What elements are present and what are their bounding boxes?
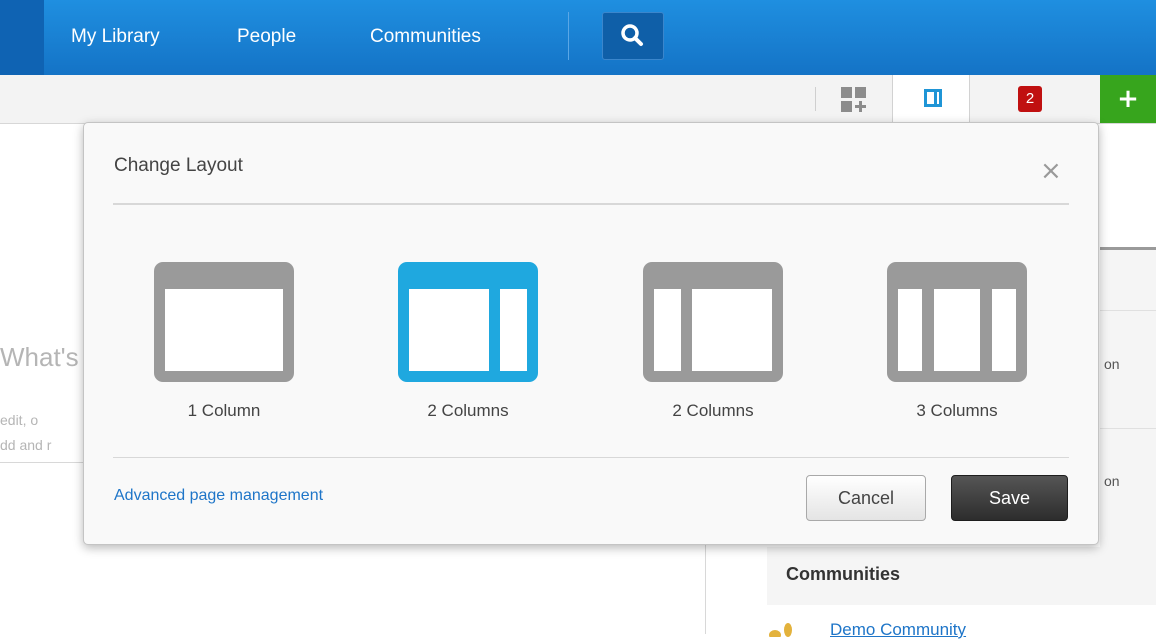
nav-communities[interactable]: Communities bbox=[370, 26, 481, 48]
plus-icon: + bbox=[1117, 84, 1139, 114]
save-button[interactable]: Save bbox=[951, 475, 1068, 521]
sidebar-rule bbox=[1100, 247, 1156, 250]
dialog-footer-divider bbox=[113, 457, 1069, 458]
two-column-right-layout-icon bbox=[643, 262, 783, 382]
layout-option-label: 2 Columns bbox=[427, 401, 509, 420]
layout-option-3-columns[interactable] bbox=[887, 262, 1027, 382]
communities-widget-title: Communities bbox=[786, 564, 901, 584]
right-sidebar-panel bbox=[1100, 247, 1156, 547]
layout-button[interactable] bbox=[924, 89, 942, 107]
search-icon bbox=[621, 24, 643, 46]
layout-option-label: 1 Column bbox=[187, 401, 261, 420]
hint-line-1: edit, o bbox=[0, 412, 39, 428]
nav-edge bbox=[0, 0, 44, 75]
layout-icon bbox=[924, 89, 942, 107]
layout-option-label: 2 Columns bbox=[672, 401, 754, 420]
page-toolbar bbox=[0, 75, 1156, 124]
two-column-left-layout-icon bbox=[398, 262, 538, 382]
layout-option-2-columns-wide-right[interactable] bbox=[643, 262, 783, 382]
nav-divider bbox=[568, 12, 569, 60]
nav-my-library[interactable]: My Library bbox=[71, 26, 160, 48]
add-widget-button[interactable] bbox=[840, 86, 868, 114]
one-column-layout-icon bbox=[154, 262, 294, 382]
sidebar-rule bbox=[1100, 310, 1156, 311]
dialog-title: Change Layout bbox=[114, 155, 243, 176]
status-update-hint: edit, o dd and r bbox=[0, 408, 51, 458]
advanced-page-management-link[interactable]: Advanced page management bbox=[114, 487, 323, 505]
status-update-heading: What's bbox=[0, 342, 79, 372]
cancel-button[interactable]: Cancel bbox=[806, 475, 926, 521]
three-column-layout-icon bbox=[887, 262, 1027, 382]
toolbar-divider bbox=[815, 87, 816, 111]
add-widget-icon bbox=[841, 87, 866, 112]
nav-people[interactable]: People bbox=[237, 26, 296, 48]
layout-option-1-column[interactable] bbox=[154, 262, 294, 382]
hint-line-2: dd and r bbox=[0, 437, 52, 453]
layout-option-label: 3 Columns bbox=[916, 401, 998, 420]
sidebar-text: on bbox=[1104, 356, 1120, 372]
add-button[interactable]: + bbox=[1100, 75, 1156, 123]
search-button[interactable] bbox=[602, 12, 664, 60]
close-icon[interactable]: × bbox=[1040, 158, 1062, 184]
notification-badge[interactable]: 2 bbox=[1018, 86, 1042, 112]
sidebar-text: on bbox=[1104, 473, 1120, 489]
layout-option-2-columns-wide-left[interactable] bbox=[398, 262, 538, 382]
community-link[interactable]: Demo Community bbox=[830, 620, 966, 640]
dialog-divider bbox=[113, 203, 1069, 205]
top-navigation-bar bbox=[0, 0, 1156, 75]
sidebar-rule bbox=[1100, 428, 1156, 429]
